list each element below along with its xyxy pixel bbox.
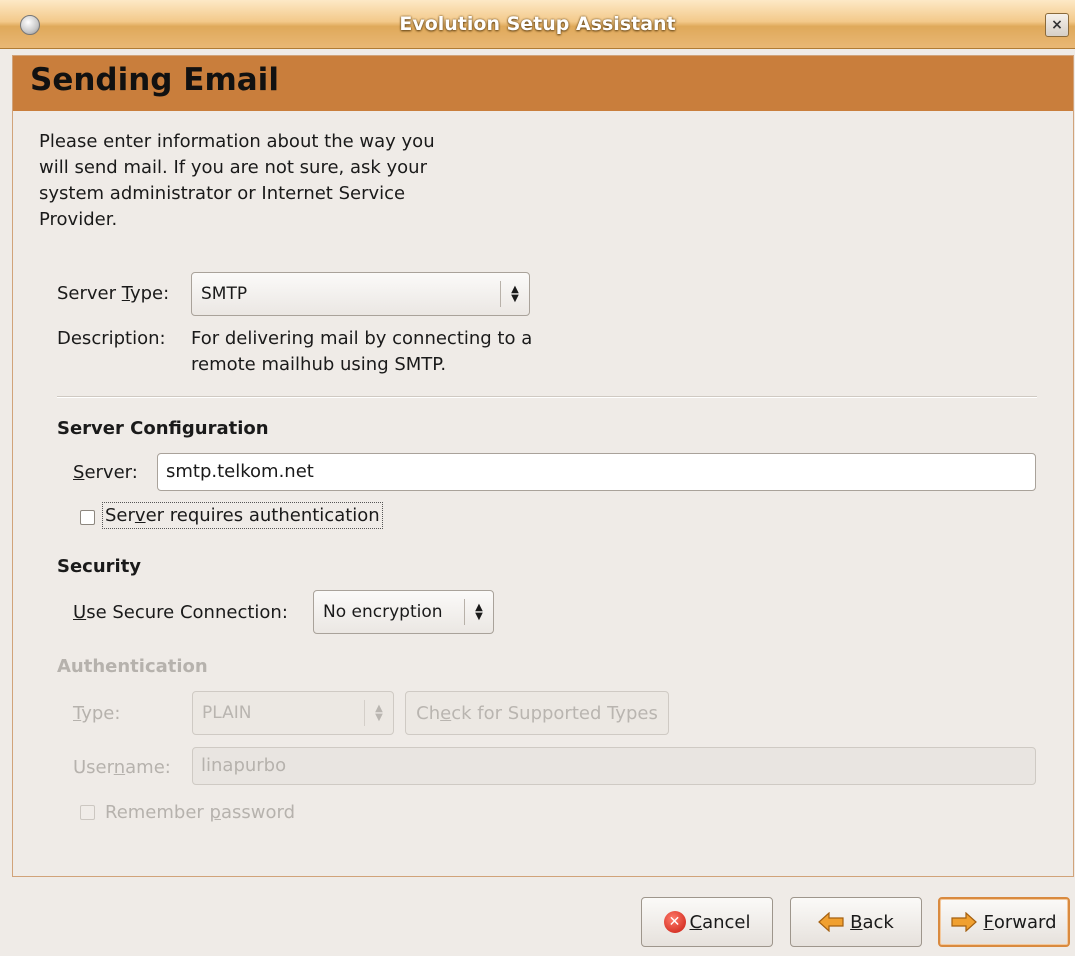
authentication-heading: Authentication [57,656,208,677]
remember-password-checkbox[interactable] [80,805,96,821]
auth-type-value: PLAIN [202,703,252,723]
forward-arrow-icon [951,912,978,932]
close-button[interactable]: × [1045,13,1069,37]
combo-arrows-icon: ▲ ▼ [511,284,519,304]
back-arrow-icon [818,912,844,932]
security-heading: Security [57,556,142,577]
intro-line: Please enter information about the way y… [39,131,435,152]
page-title: Sending Email [30,62,279,98]
cancel-icon: ✕ [663,911,686,933]
secure-connection-combo[interactable]: No encryption ▲ ▼ [313,590,494,634]
intro-line: system administrator or Internet Service [39,183,406,204]
intro-line: will send mail. If you are not sure, ask… [39,157,427,178]
server-type-description: For delivering mail by connecting to a r… [191,328,533,375]
intro-text: Please enter information about the way y… [39,129,459,233]
auth-type-combo[interactable]: PLAIN ▲ ▼ [192,691,394,735]
description-label: Description: [57,328,166,349]
intro-line: Provider. [39,209,118,230]
back-button[interactable]: Back [790,897,922,947]
forward-button[interactable]: Forward [938,897,1070,947]
cancel-button[interactable]: ✕ Cancel [641,897,773,947]
close-icon: × [1051,17,1063,33]
secure-connection-value: No encryption [323,602,443,622]
username-input[interactable]: linapurbo [192,747,1036,785]
divider [57,396,1037,398]
username-label: Username: [73,757,171,778]
combo-arrows-icon: ▲ ▼ [475,602,483,622]
server-type-value: SMTP [201,284,248,304]
server-configuration-heading: Server Configuration [57,418,269,439]
window-title: Evolution Setup Assistant [399,13,676,35]
auth-required-label[interactable]: Server requires authentication [102,502,383,529]
server-label: Server: [73,462,138,483]
server-type-combo[interactable]: SMTP ▲ ▼ [191,272,530,316]
auth-required-checkbox[interactable] [80,510,96,526]
auth-type-label: Type: [73,703,121,724]
check-supported-types-button[interactable]: Ch e ck for Supported Types [405,691,669,735]
remember-password-label[interactable]: Remember password [105,802,295,823]
combo-arrows-icon: ▲ ▼ [375,703,383,723]
server-type-label: Server Type: [57,283,170,304]
server-input[interactable]: smtp.telkom.net [157,453,1036,491]
secure-connection-label: Use Secure Connection: [73,602,288,623]
